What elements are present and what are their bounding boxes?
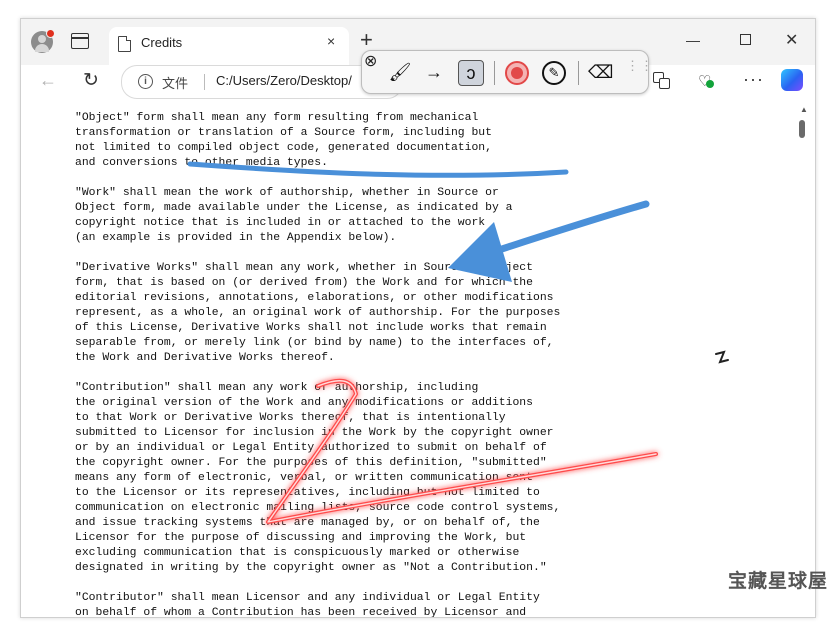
reload-icon[interactable]: ↻ (83, 69, 99, 92)
page-content: "Object" form shall mean any form result… (21, 103, 815, 617)
profile-icon[interactable] (31, 29, 55, 53)
minimize-button[interactable]: — (686, 32, 700, 48)
back-icon[interactable]: ← (39, 70, 57, 91)
maximize-button[interactable] (740, 34, 751, 45)
tab-close-button[interactable]: × (327, 33, 335, 49)
watermark: 宝藏星球屋 (728, 571, 829, 592)
address-url[interactable]: C:/Users/Zero/Desktop/ (216, 73, 352, 88)
tab-title: Credits (141, 35, 183, 50)
pencil-icon[interactable]: ✎ (542, 61, 566, 85)
annotation-close-icon[interactable]: ⊗ (364, 51, 377, 71)
license-text: "Object" form shall mean any form result… (75, 112, 561, 618)
drag-handle-icon[interactable]: ⋮⋮ (626, 59, 654, 72)
squiggle-tool-icon[interactable]: ↄ (458, 60, 484, 86)
tab-credits[interactable]: Credits × (109, 27, 349, 65)
info-icon[interactable]: i (138, 74, 153, 89)
toolbar-divider (494, 61, 495, 85)
copilot-icon[interactable] (781, 69, 803, 91)
window-close-button[interactable]: ✕ (785, 30, 798, 50)
red-color-icon[interactable] (505, 61, 529, 85)
tabs-icon[interactable] (71, 33, 89, 49)
address-scheme: 文件 (162, 76, 189, 91)
page-icon (118, 36, 131, 52)
address-separator (204, 74, 205, 90)
extensions-icon[interactable] (653, 72, 671, 90)
annotation-toolbar: ⊗ 🖌 → ↄ ✎ ⌫ ⋮⋮ (361, 50, 653, 94)
arrow-tool-icon[interactable]: → (422, 60, 446, 84)
browser-window: Credits × + — ✕ ← ↻ i 文件 C:/Users/Zero/D… (20, 18, 816, 618)
health-icon[interactable]: ♡ (697, 72, 715, 90)
new-tab-button[interactable]: + (360, 29, 373, 51)
scroll-up-icon[interactable]: ▲ (800, 105, 808, 114)
toolbar-divider (578, 61, 579, 85)
menu-button[interactable]: ··· (743, 69, 764, 90)
brush-icon[interactable]: 🖌 (388, 60, 412, 84)
scrollbar-thumb[interactable] (799, 120, 805, 138)
eraser-icon[interactable]: ⌫ (588, 60, 613, 84)
